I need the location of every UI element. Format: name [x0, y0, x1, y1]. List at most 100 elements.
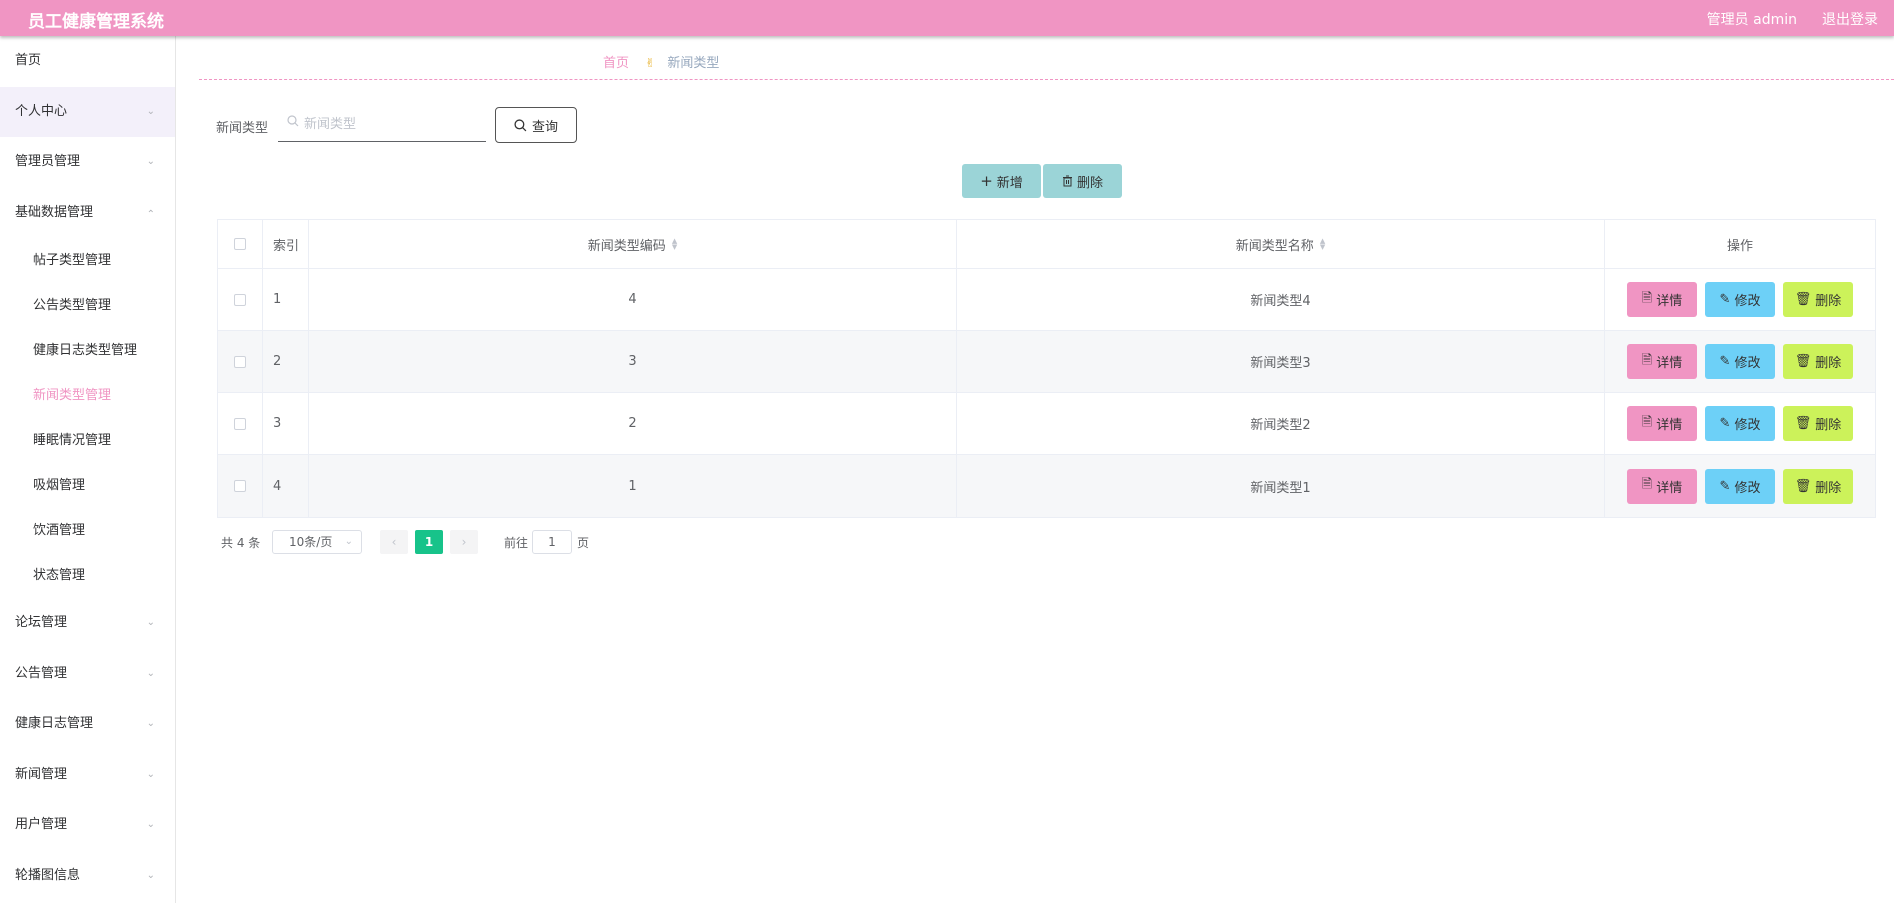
row-checkbox[interactable] — [234, 293, 246, 306]
next-page-button[interactable]: › — [450, 530, 478, 554]
breadcrumb-home[interactable]: 首页 — [603, 56, 629, 71]
detail-label: 详情 — [1656, 418, 1683, 433]
goto-suffix: 页 — [577, 536, 590, 550]
row-checkbox[interactable] — [234, 480, 246, 492]
prev-page-button[interactable]: ‹ — [380, 530, 408, 554]
sidebar-item-home[interactable]: 首页 — [0, 36, 175, 87]
sidebar-item-basic-data[interactable]: 基础数据管理 ⌃ — [0, 188, 175, 239]
delete-button[interactable]: 🗑 删除 — [1783, 468, 1853, 504]
edit-button[interactable]: ✎ 修改 — [1705, 344, 1775, 379]
edit-label: 修改 — [1734, 294, 1761, 309]
column-header-ops: 操作 — [1726, 238, 1753, 254]
sidebar-item-carousel[interactable]: 轮播图信息 ⌄ — [0, 851, 175, 902]
document-icon: 🗎 — [1641, 290, 1653, 306]
detail-label: 详情 — [1656, 294, 1683, 309]
row-code: 4 — [309, 269, 957, 330]
edit-button[interactable]: ✎ 修改 — [1705, 468, 1775, 504]
sidebar-subitem-sleep[interactable]: 睡眠情况管理 — [0, 418, 175, 463]
sidebar-item-label: 管理员管理 — [15, 154, 81, 169]
sidebar-item-label: 新闻管理 — [15, 766, 68, 782]
sidebar-subitem-health-log-type[interactable]: 健康日志类型管理 — [0, 328, 175, 373]
sidebar-item-label: 用户管理 — [15, 817, 68, 832]
chevron-down-icon: ⌄ — [146, 869, 155, 881]
column-header-name[interactable]: 新闻类型名称 ▲ ▼ — [957, 220, 1605, 268]
sidebar-item-users[interactable]: 用户管理 ⌄ — [0, 800, 175, 851]
sidebar-item-forum[interactable]: 论坛管理 ⌄ — [0, 598, 175, 649]
chevron-down-icon: ⌄ — [146, 718, 155, 729]
row-actions: 🗎 详情 ✎ 修改 🗑 删除 — [1605, 393, 1875, 454]
select-all-cell — [218, 220, 263, 268]
trash-icon: 🗑 — [1794, 354, 1812, 369]
sidebar-item-news[interactable]: 新闻管理 ⌄ — [0, 750, 175, 801]
chevron-down-icon: ⌄ — [146, 667, 155, 679]
column-header-code[interactable]: 新闻类型编码 ▲ ▼ — [309, 220, 957, 268]
row-checkbox[interactable] — [234, 417, 246, 430]
chevron-down-icon: ⌄ — [146, 156, 155, 167]
chevron-up-icon: ⌃ — [146, 208, 155, 220]
row-check-cell — [218, 393, 263, 454]
select-all-checkbox[interactable] — [234, 238, 246, 250]
table-row: 3 2 新闻类型2 🗎 详情 ✎ 修改 🗑 删除 — [218, 393, 1875, 455]
sidebar-item-label: 论坛管理 — [15, 615, 68, 630]
chevron-down-icon: ⌄ — [146, 105, 155, 117]
delete-label: 删除 — [1815, 294, 1842, 309]
chevron-left-icon: ‹ — [391, 535, 397, 549]
sidebar-item-admin-management[interactable]: 管理员管理 ⌄ — [0, 137, 175, 188]
row-checkbox[interactable] — [234, 355, 246, 368]
sort-icon[interactable]: ▲ ▼ — [1320, 238, 1325, 251]
detail-button[interactable]: 🗎 详情 — [1627, 406, 1697, 441]
column-header-index: 索引 — [263, 220, 309, 268]
trash-icon — [1062, 175, 1072, 187]
table-row: 2 3 新闻类型3 🗎 详情 ✎ 修改 🗑 删除 — [218, 331, 1875, 393]
page-number-button[interactable]: 1 — [415, 530, 443, 554]
detail-button[interactable]: 🗎 详情 — [1627, 468, 1697, 504]
delete-button[interactable]: 🗑 删除 — [1783, 282, 1853, 317]
page-size-select[interactable]: 10条/页 ⌄ — [272, 530, 362, 554]
row-index: 2 — [263, 331, 309, 392]
sidebar-subitem-smoking[interactable]: 吸烟管理 — [0, 463, 175, 508]
detail-button[interactable]: 🗎 详情 — [1627, 282, 1697, 317]
sidebar-item-label: 轮播图信息 — [15, 867, 81, 883]
sidebar-item-health-log[interactable]: 健康日志管理 ⌄ — [0, 699, 175, 750]
document-icon: 🗎 — [1641, 352, 1653, 368]
edit-label: 修改 — [1734, 418, 1761, 433]
sidebar-subitem-post-type[interactable]: 帖子类型管理 — [0, 238, 175, 283]
sidebar-item-notice[interactable]: 公告管理 ⌄ — [0, 649, 175, 700]
search-input[interactable] — [304, 112, 480, 136]
sidebar-subitem-notice-type[interactable]: 公告类型管理 — [0, 283, 175, 328]
sidebar-subitem-news-type[interactable]: 新闻类型管理 — [0, 373, 175, 418]
row-actions: 🗎 详情 ✎ 修改 🗑 删除 — [1605, 455, 1875, 517]
row-code: 2 — [309, 393, 957, 454]
row-check-cell — [218, 331, 263, 392]
sidebar: 首页 个人中心 ⌄ 管理员管理 ⌄ 基础数据管理 ⌃ 帖子类型管理 公告类型管理… — [0, 36, 176, 903]
logout-link[interactable]: 退出登录 — [1822, 9, 1878, 29]
edit-label: 修改 — [1734, 480, 1761, 496]
sort-icon[interactable]: ▲ ▼ — [672, 238, 677, 251]
delete-label: 删除 — [1815, 418, 1842, 433]
edit-button[interactable]: ✎ 修改 — [1705, 282, 1775, 317]
delete-button[interactable]: 🗑 删除 — [1783, 406, 1853, 441]
query-button[interactable]: 查询 — [495, 107, 577, 143]
sidebar-item-label: 基础数据管理 — [15, 204, 94, 220]
detail-button[interactable]: 🗎 详情 — [1627, 344, 1697, 379]
news-type-table: 索引 新闻类型编码 ▲ ▼ 新闻类型名称 ▲ ▼ 操作 1 4 新闻类型4 🗎 详情 … — [217, 219, 1876, 518]
pencil-icon: ✎ — [1719, 292, 1731, 307]
goto-page-input[interactable] — [532, 530, 572, 554]
row-check-cell — [218, 455, 263, 517]
document-icon: 🗎 — [1641, 477, 1653, 492]
delete-button[interactable]: 🗑 删除 — [1783, 344, 1853, 379]
row-actions: 🗎 详情 ✎ 修改 🗑 删除 — [1605, 269, 1875, 330]
chevron-right-icon: › — [461, 535, 467, 549]
search-icon — [287, 115, 299, 127]
sidebar-item-personal-center[interactable]: 个人中心 ⌄ — [0, 86, 175, 137]
sidebar-subitem-status[interactable]: 状态管理 — [0, 553, 175, 598]
table-header-row: 索引 新闻类型编码 ▲ ▼ 新闻类型名称 ▲ ▼ 操作 — [218, 220, 1875, 269]
row-name: 新闻类型4 — [957, 269, 1605, 330]
edit-button[interactable]: ✎ 修改 — [1705, 406, 1775, 441]
app-title: 员工健康管理系统 — [28, 12, 164, 32]
chevron-down-icon: ⌄ — [146, 617, 155, 628]
chevron-down-icon: ⌄ — [146, 768, 155, 780]
add-button[interactable]: + 新增 — [962, 164, 1041, 198]
sidebar-subitem-drinking[interactable]: 饮酒管理 — [0, 508, 175, 553]
bulk-delete-button[interactable]: 删除 — [1043, 164, 1122, 198]
